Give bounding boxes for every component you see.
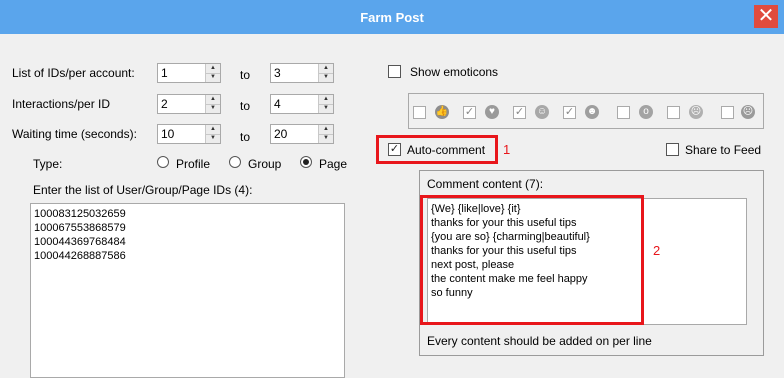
waiting-time-label: Waiting time (seconds): — [12, 127, 137, 141]
close-icon: ✕ — [757, 5, 775, 27]
marker-2: 2 — [653, 243, 661, 258]
to-label: to — [240, 130, 251, 144]
id-list-item: 100067553868579 — [34, 222, 126, 234]
emoticon-checkbox[interactable]: ✓ — [463, 106, 476, 119]
emoticon-checkbox[interactable] — [667, 106, 680, 119]
emoticon-checkbox[interactable] — [721, 106, 734, 119]
id-list-label: Enter the list of User/Group/Page IDs (4… — [33, 183, 253, 197]
emoticon-checkbox[interactable]: ✓ — [563, 106, 576, 119]
to-label: to — [240, 68, 251, 82]
id-list-textarea[interactable]: 100083125032659 100067553868579 10004436… — [30, 203, 345, 378]
sad-icon: ☹ — [689, 105, 703, 119]
emoticon-checkbox[interactable] — [413, 106, 426, 119]
show-emoticons-label: Show emoticons — [410, 65, 499, 79]
comment-highlight — [420, 195, 644, 325]
emoticon-checkbox[interactable]: ✓ — [513, 106, 526, 119]
heart-icon: ♥ — [485, 105, 499, 119]
wow-icon: o — [639, 105, 653, 119]
id-list-item: 100044369768484 — [34, 236, 126, 248]
close-button[interactable]: ✕ — [754, 5, 778, 28]
angry-icon: ☹ — [741, 105, 755, 119]
laugh-icon: ☺ — [535, 105, 549, 119]
marker-1: 1 — [503, 142, 511, 157]
share-to-feed-label: Share to Feed — [685, 143, 762, 157]
interactions-per-id-to[interactable]: 4 ▲ ▼ — [270, 94, 334, 114]
ids-per-account-to[interactable]: 3 ▲ ▼ — [270, 63, 334, 83]
type-radio-profile[interactable] — [157, 156, 169, 168]
share-to-feed-checkbox[interactable] — [666, 143, 679, 156]
auto-comment-highlight — [376, 135, 498, 164]
type-radio-group[interactable] — [229, 156, 241, 168]
emoticon-checkbox[interactable] — [617, 106, 630, 119]
interactions-per-id-label: Interactions/per ID — [12, 97, 111, 111]
grin-icon: ☻ — [585, 105, 599, 119]
type-option-profile: Profile — [176, 157, 211, 171]
thumbs-up-icon: 👍 — [435, 105, 449, 119]
id-list-item: 100083125032659 — [34, 208, 126, 220]
comment-hint: Every content should be added on per lin… — [427, 334, 652, 348]
type-label: Type: — [33, 157, 63, 171]
emoticon-bar: 👍 ✓ ♥ ✓ ☺ ✓ ☻ o ☹ ☹ — [408, 93, 764, 129]
id-list-item: 100044268887586 — [34, 250, 126, 262]
waiting-time-from[interactable]: 10 ▲ ▼ — [157, 124, 221, 144]
show-emoticons-checkbox[interactable] — [388, 65, 401, 78]
type-option-page: Page — [319, 157, 348, 171]
window-title: Farm Post — [360, 10, 424, 25]
ids-per-account-from[interactable]: 1 ▲ ▼ — [157, 63, 221, 83]
type-option-group: Group — [248, 157, 282, 171]
to-label: to — [240, 99, 251, 113]
interactions-per-id-from[interactable]: 2 ▲ ▼ — [157, 94, 221, 114]
comment-content-label: Comment content (7): — [427, 177, 544, 191]
type-radio-page[interactable] — [300, 156, 312, 168]
ids-per-account-label: List of IDs/per account: — [12, 66, 135, 80]
waiting-time-to[interactable]: 20 ▲ ▼ — [270, 124, 334, 144]
